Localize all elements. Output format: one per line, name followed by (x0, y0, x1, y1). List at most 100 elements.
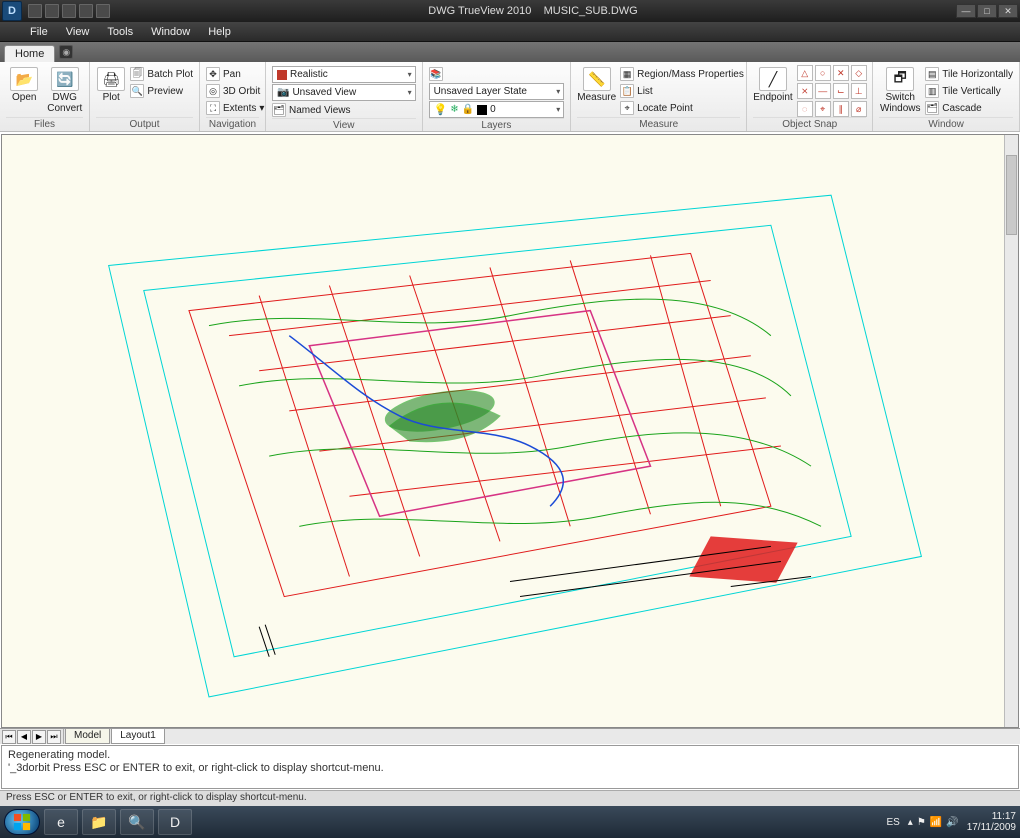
snap-node-icon[interactable]: ✕ (833, 65, 849, 81)
snap-midpoint-icon[interactable]: △ (797, 65, 813, 81)
panel-title-files: Files (6, 117, 83, 131)
sheet-first-button[interactable]: ⏮ (2, 730, 16, 744)
ruler-icon: 📏 (583, 67, 611, 91)
list-label: List (637, 86, 653, 97)
snap-tangent-icon[interactable]: ◌ (797, 101, 813, 117)
menu-tools[interactable]: Tools (107, 26, 133, 38)
snap-insertion-icon[interactable]: ⌙ (833, 83, 849, 99)
menu-file[interactable]: File (30, 26, 48, 38)
endpoint-button[interactable]: ╱Endpoint (753, 65, 792, 103)
visual-style-dropdown[interactable]: Realistic (272, 66, 416, 83)
qat-btn-4[interactable] (79, 4, 93, 18)
tray-flag-icon[interactable]: ⚑ (917, 817, 926, 828)
tab-home[interactable]: Home (4, 45, 55, 62)
locate-icon: ⌖ (620, 101, 634, 115)
snap-none-icon[interactable]: ⌀ (851, 101, 867, 117)
sheet-last-button[interactable]: ⏭ (47, 730, 61, 744)
start-button[interactable] (4, 809, 40, 835)
batch-plot-icon: 🗐 (130, 67, 144, 81)
taskbar-clock[interactable]: 11:17 17/11/2009 (967, 811, 1016, 833)
layer-state-dropdown[interactable]: Unsaved Layer State (429, 83, 565, 100)
panel-layers: 📚 Unsaved Layer State 💡 ❄ 🔒 0 Layers (423, 62, 572, 131)
orbit-button[interactable]: ◎3D Orbit (206, 83, 264, 99)
layer-color-icon (477, 105, 487, 115)
qat-btn-3[interactable] (62, 4, 76, 18)
clock-date: 17/11/2009 (967, 822, 1016, 833)
app-logo-icon[interactable]: D (2, 1, 22, 21)
freeze-icon: ❄ (450, 104, 458, 115)
snap-nearest-icon[interactable]: ⌖ (815, 101, 831, 117)
cmd-line-2: '_3dorbit Press ESC or ENTER to exit, or… (8, 762, 384, 774)
taskbar-ie-icon[interactable]: e (44, 809, 78, 835)
snap-quadrant-icon[interactable]: ◇ (851, 65, 867, 81)
folder-open-icon: 📂 (10, 67, 38, 91)
region-props-button[interactable]: ▦Region/Mass Properties (620, 66, 744, 82)
status-text: Press ESC or ENTER to exit, or right-cli… (6, 792, 307, 803)
measure-button[interactable]: 📏Measure (577, 65, 616, 103)
language-indicator[interactable]: ES (886, 817, 899, 828)
layer-props-button[interactable]: 📚 (429, 66, 565, 82)
preview-button[interactable]: 🔍Preview (130, 83, 193, 99)
snap-perpendicular-icon[interactable]: ⊥ (851, 83, 867, 99)
switch-windows-button[interactable]: 🗗Switch Windows (879, 65, 921, 114)
minimize-button[interactable]: — (956, 4, 976, 18)
sheet-tab-layout1[interactable]: Layout1 (111, 729, 165, 744)
menu-help[interactable]: Help (208, 26, 231, 38)
extents-label: Extents (223, 103, 256, 114)
tile-horizontal-button[interactable]: ▤Tile Horizontally (925, 66, 1013, 82)
qat-btn-5[interactable] (96, 4, 110, 18)
pan-button[interactable]: ✥Pan (206, 66, 264, 82)
tab-close-icon[interactable]: ◉ (59, 45, 73, 59)
taskbar-magnifier-icon[interactable]: 🔍 (120, 809, 154, 835)
panel-title-window: Window (879, 117, 1013, 131)
bulb-icon: 💡 (434, 103, 448, 116)
menu-view[interactable]: View (66, 26, 90, 38)
qat-btn-2[interactable] (45, 4, 59, 18)
sheet-tab-model[interactable]: Model (65, 729, 110, 744)
region-label: Region/Mass Properties (637, 69, 744, 80)
vertical-scrollbar[interactable] (1004, 135, 1018, 727)
taskbar-trueview-icon[interactable]: D (158, 809, 192, 835)
list-button[interactable]: 📋List (620, 83, 744, 99)
close-button[interactable]: ✕ (998, 4, 1018, 18)
qat-btn-1[interactable] (28, 4, 42, 18)
current-layer-dropdown[interactable]: 💡 ❄ 🔒 0 (429, 101, 565, 118)
extents-button[interactable]: ⛶Extents▾ (206, 100, 264, 116)
sheet-next-button[interactable]: ▶ (32, 730, 46, 744)
tray-network-icon[interactable]: 📶 (930, 817, 942, 828)
cascade-button[interactable]: 🗂Cascade (925, 100, 1013, 116)
drawing-canvas[interactable] (1, 134, 1019, 728)
horizontal-scrollbar[interactable] (165, 729, 1020, 744)
style-swatch-icon (277, 70, 287, 80)
snap-center-icon[interactable]: ○ (815, 65, 831, 81)
snap-intersection-icon[interactable]: ⨯ (797, 83, 813, 99)
preview-label: Preview (147, 86, 183, 97)
plot-button[interactable]: 🖨Plot (96, 65, 126, 103)
tray-chevron-icon[interactable]: ▴ (908, 817, 913, 828)
maximize-button[interactable]: □ (977, 4, 997, 18)
batch-plot-button[interactable]: 🗐Batch Plot (130, 66, 193, 82)
tray-volume-icon[interactable]: 🔊 (946, 817, 958, 828)
windows-taskbar: e 📁 🔍 D ES ▴ ⚑ 📶 🔊 11:17 17/11/2009 (0, 806, 1020, 838)
cascade-icon: 🗂 (925, 101, 939, 115)
named-views-button[interactable]: 🗂Named Views (272, 102, 416, 118)
saved-view-dropdown[interactable]: 📷Unsaved View (272, 84, 416, 101)
window-controls: — □ ✕ (956, 4, 1018, 18)
dwg-convert-button[interactable]: 🔄DWG Convert (47, 65, 84, 114)
tile-h-icon: ▤ (925, 67, 939, 81)
snap-extension-icon[interactable]: — (815, 83, 831, 99)
scrollbar-thumb[interactable] (1006, 155, 1017, 235)
snap-parallel-icon[interactable]: ∥ (833, 101, 849, 117)
extents-icon: ⛶ (206, 101, 220, 115)
open-button[interactable]: 📂Open (6, 65, 43, 103)
locate-point-button[interactable]: ⌖Locate Point (620, 100, 744, 116)
endpoint-icon: ╱ (759, 67, 787, 91)
sheet-prev-button[interactable]: ◀ (17, 730, 31, 744)
command-line[interactable]: Regenerating model. '_3dorbit Press ESC … (1, 745, 1019, 789)
cascade-label: Cascade (942, 103, 981, 114)
tile-v-icon: ▥ (925, 84, 939, 98)
menu-window[interactable]: Window (151, 26, 190, 38)
tile-vertical-button[interactable]: ▥Tile Vertically (925, 83, 1013, 99)
taskbar-explorer-icon[interactable]: 📁 (82, 809, 116, 835)
panel-title-view: View (272, 118, 416, 132)
